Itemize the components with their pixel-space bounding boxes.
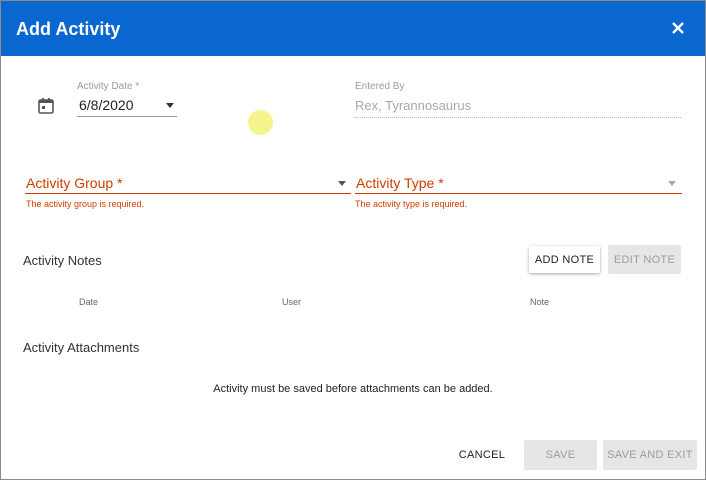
activity-group-label: Activity Group * — [26, 175, 123, 191]
cancel-button[interactable]: CANCEL — [450, 441, 514, 469]
dialog-header: Add Activity — [1, 1, 705, 56]
activity-date-underline — [77, 116, 177, 117]
activity-group-select[interactable]: Activity Group * — [25, 171, 351, 195]
edit-note-button[interactable]: EDIT NOTE — [608, 245, 681, 274]
activity-date-value: 6/8/2020 — [79, 97, 134, 113]
cursor-highlight — [248, 110, 273, 135]
activity-group-underline — [25, 193, 351, 194]
close-icon[interactable] — [665, 15, 691, 41]
notes-column-date[interactable]: Date — [79, 297, 98, 307]
attachments-message: Activity must be saved before attachment… — [213, 383, 493, 395]
calendar-icon[interactable] — [37, 97, 55, 120]
notes-column-user[interactable]: User — [282, 297, 301, 307]
activity-type-underline — [355, 193, 682, 194]
chevron-down-icon — [338, 181, 346, 186]
chevron-down-icon — [166, 103, 174, 108]
activity-group-error: The activity group is required. — [26, 199, 145, 209]
activity-type-select[interactable]: Activity Type * — [355, 171, 682, 195]
dialog-title: Add Activity — [16, 19, 121, 39]
entered-by-label: Entered By — [355, 81, 405, 92]
activity-date-label: Activity Date * — [77, 81, 140, 92]
notes-column-note[interactable]: Note — [530, 297, 549, 307]
activity-type-label: Activity Type * — [356, 175, 444, 191]
add-activity-dialog: Add Activity Activity Date * 6/8/2020 En… — [0, 0, 706, 480]
activity-notes-heading: Activity Notes — [23, 253, 102, 268]
entered-by-underline — [355, 117, 681, 118]
entered-by-value: Rex, Tyrannosaurus — [355, 98, 472, 113]
save-button[interactable]: SAVE — [524, 440, 597, 470]
chevron-down-icon — [668, 181, 676, 186]
add-note-button[interactable]: ADD NOTE — [529, 246, 600, 273]
save-and-exit-button[interactable]: SAVE AND EXIT — [603, 440, 697, 470]
activity-attachments-heading: Activity Attachments — [23, 340, 140, 355]
activity-date-select[interactable]: 6/8/2020 — [77, 95, 177, 117]
activity-type-error: The activity type is required. — [355, 199, 468, 209]
